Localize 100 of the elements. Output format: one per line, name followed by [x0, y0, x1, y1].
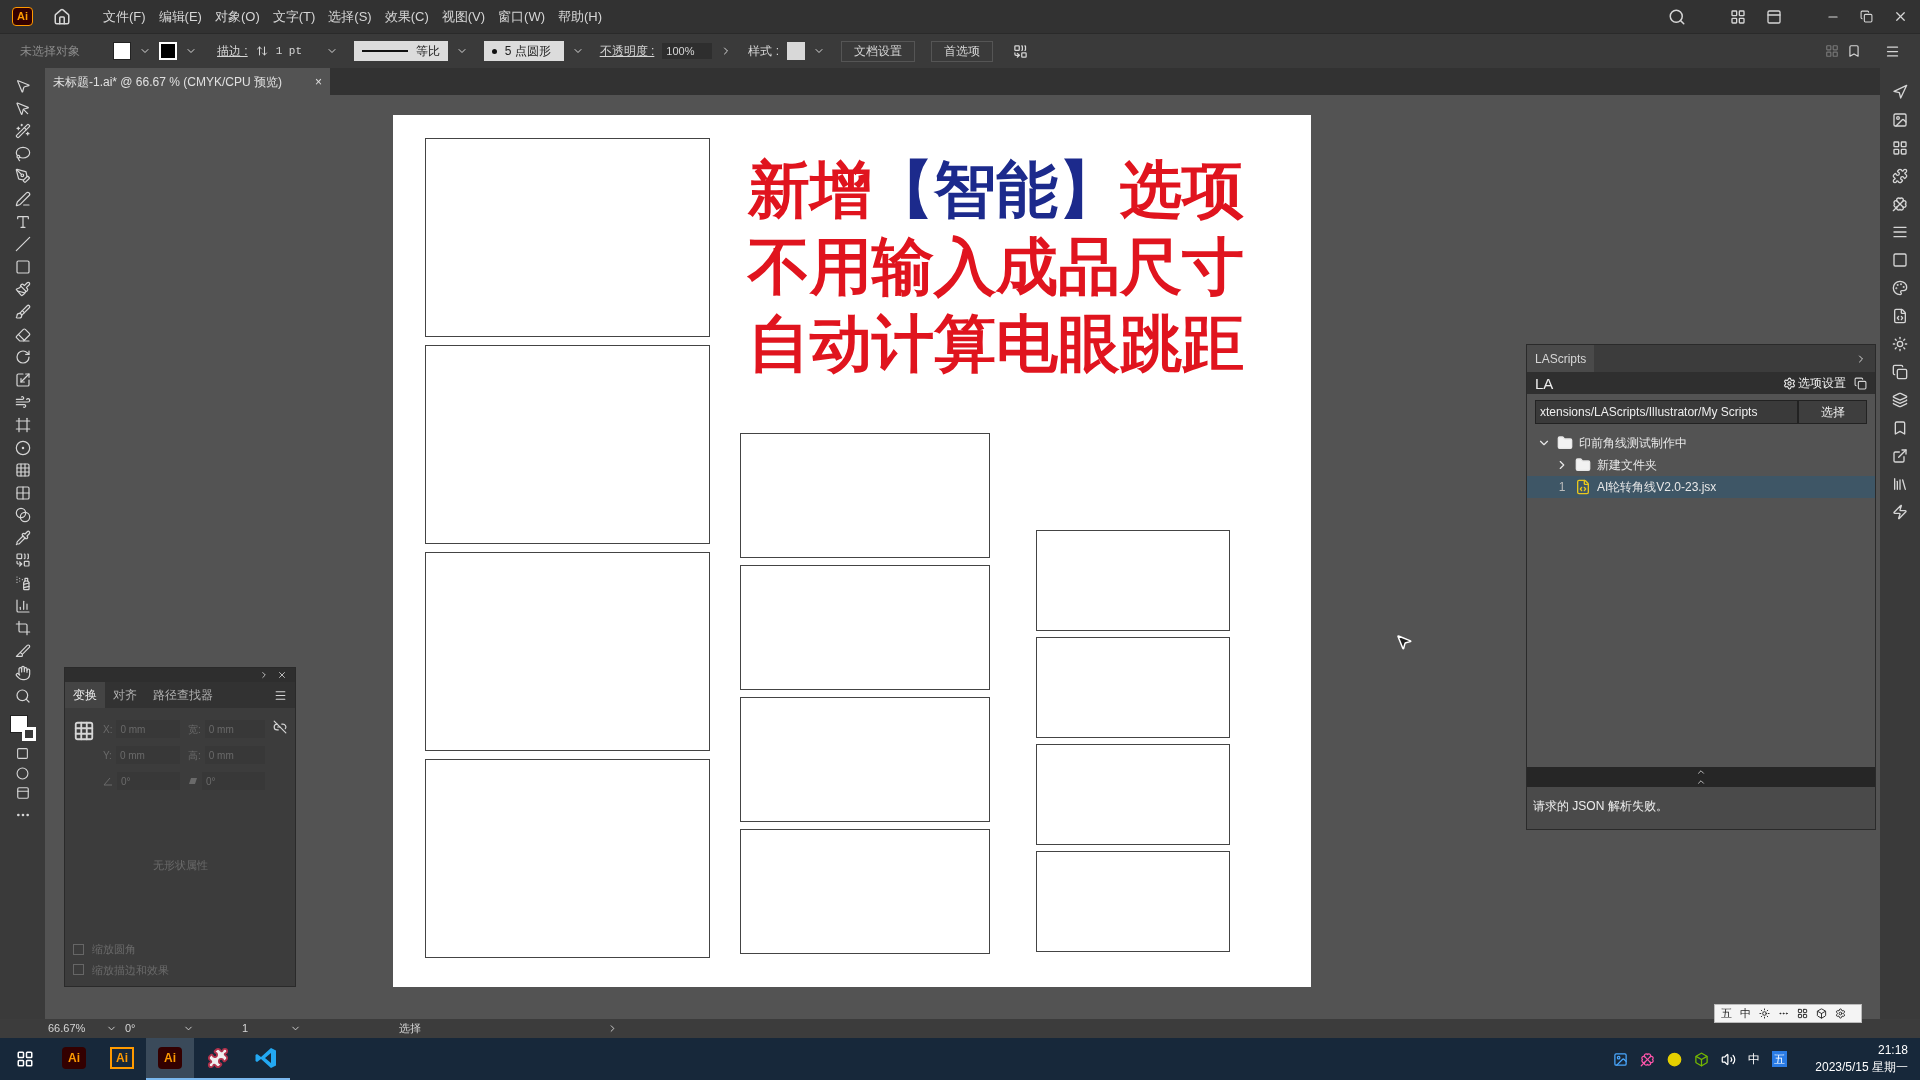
eraser-icon[interactable]: [14, 326, 31, 343]
ime-button[interactable]: 中: [1740, 1005, 1751, 1022]
palette-icon[interactable]: [1892, 280, 1908, 296]
paintbrush-icon[interactable]: [14, 281, 31, 298]
menu-item[interactable]: 效果(C): [384, 6, 429, 27]
menu-item[interactable]: 视图(V): [441, 6, 486, 27]
menu-item[interactable]: 文件(F): [103, 6, 146, 27]
blob-brush-icon[interactable]: [14, 303, 31, 320]
search-icon[interactable]: [1668, 7, 1686, 26]
free-transform-icon[interactable]: [14, 416, 31, 433]
stepper-icon[interactable]: [255, 45, 268, 57]
style-swatch[interactable]: [787, 42, 805, 60]
lasso-icon[interactable]: [14, 145, 31, 162]
gradient-icon[interactable]: [14, 507, 31, 524]
close-icon[interactable]: [1893, 9, 1908, 24]
choose-button[interactable]: 选择: [1798, 400, 1867, 424]
zoom-field[interactable]: 66.67%: [48, 1020, 98, 1037]
rotation-field[interactable]: 0°: [125, 1020, 175, 1037]
zoom-icon[interactable]: [14, 688, 31, 705]
menu-item[interactable]: 选择(S): [328, 6, 372, 27]
menu-icon[interactable]: [1885, 43, 1900, 59]
toolbar-button[interactable]: 文档设置: [841, 40, 915, 62]
image-icon[interactable]: [1892, 112, 1908, 128]
close-icon[interactable]: [277, 670, 287, 680]
opacity-field[interactable]: 100%: [662, 42, 713, 60]
tray-app-icon[interactable]: [1613, 1051, 1629, 1067]
tab-close-button[interactable]: ×: [315, 72, 322, 91]
selection-arrow-icon[interactable]: [14, 78, 31, 94]
stroke-profile-dropdown[interactable]: 等比: [353, 41, 448, 61]
clock-date[interactable]: 2023/5/15 星期一: [1815, 1059, 1908, 1076]
volume-icon[interactable]: [1721, 1051, 1737, 1067]
tree-item[interactable]: 新建文件夹: [1527, 454, 1875, 476]
script-icon[interactable]: [1892, 308, 1908, 324]
screen-mode-icon[interactable]: [15, 786, 30, 801]
panel-menu-icon[interactable]: [274, 688, 287, 702]
library-icon[interactable]: [1892, 476, 1908, 492]
ime-button[interactable]: 五: [1721, 1005, 1732, 1022]
club-icon[interactable]: [1892, 196, 1908, 212]
tree-item[interactable]: 1 AI轮转角线V2.0-23.jsx: [1527, 476, 1875, 498]
magic-wand-icon[interactable]: [14, 123, 31, 140]
slice-icon[interactable]: [14, 642, 31, 659]
square-icon[interactable]: [1892, 252, 1908, 268]
lightning-icon[interactable]: [1892, 504, 1908, 520]
workspace-icon[interactable]: [1730, 8, 1746, 25]
toolbar-button[interactable]: 首选项: [931, 40, 993, 62]
spray-can-icon[interactable]: [14, 575, 31, 592]
taskbar-app[interactable]: Ai: [146, 1038, 194, 1080]
settings-button[interactable]: 选项设置: [1783, 374, 1846, 392]
scale-icon[interactable]: [14, 371, 31, 388]
pencil-icon[interactable]: [14, 190, 31, 207]
flower-icon[interactable]: [1640, 1051, 1656, 1067]
bar-chart-icon[interactable]: [14, 597, 31, 614]
keyboard-icon[interactable]: [1797, 1008, 1808, 1019]
snap-icon[interactable]: [1847, 44, 1861, 58]
color-mode-icon[interactable]: [16, 747, 29, 761]
puzzle-icon[interactable]: [1892, 168, 1908, 184]
sun-icon[interactable]: [1892, 336, 1908, 352]
panel-tab[interactable]: LAScripts: [1527, 345, 1595, 372]
layers-icon[interactable]: [1892, 392, 1908, 408]
copy-icon[interactable]: [1892, 364, 1908, 380]
bookmark-icon[interactable]: [1892, 420, 1908, 436]
grid-icon[interactable]: [1892, 140, 1908, 156]
taskbar-app[interactable]: Ai: [50, 1038, 98, 1080]
draw-mode-icon[interactable]: [16, 766, 29, 780]
taskbar-app[interactable]: Ai: [98, 1038, 146, 1080]
menu-item[interactable]: 编辑(E): [158, 6, 202, 27]
menu-item[interactable]: 窗口(W): [498, 6, 545, 27]
collapse-icon[interactable]: [259, 670, 269, 680]
clock-time[interactable]: 21:18: [1877, 1042, 1908, 1059]
export-icon[interactable]: [1892, 448, 1908, 464]
stroke-swatch[interactable]: [159, 42, 177, 60]
eyedropper-icon[interactable]: [14, 529, 31, 546]
blend-icon[interactable]: [14, 552, 31, 569]
fill-swatch[interactable]: [113, 42, 131, 60]
warp-icon[interactable]: [14, 394, 31, 411]
ime-icon[interactable]: 五: [1772, 1050, 1788, 1068]
windows-start-icon[interactable]: [16, 1050, 34, 1068]
type-icon[interactable]: [14, 213, 31, 230]
mesh-icon[interactable]: [14, 484, 31, 501]
stroke-weight-field[interactable]: 1 pt: [275, 42, 318, 60]
maximize-icon[interactable]: [1860, 10, 1873, 23]
tree-item[interactable]: 印前角线测试制作中: [1527, 432, 1875, 454]
menu-item[interactable]: 对象(O): [214, 6, 260, 27]
brush-dropdown[interactable]: 5 点圆形: [483, 41, 564, 61]
fill-stroke-swatch[interactable]: [9, 714, 36, 741]
path-field[interactable]: xtensions/LAScripts/Illustrator/My Scripts: [1535, 400, 1798, 424]
arrange-icon[interactable]: [1766, 8, 1782, 25]
hand-icon[interactable]: [14, 665, 31, 682]
home-icon[interactable]: [53, 7, 71, 26]
navigator-icon[interactable]: [1892, 84, 1908, 100]
direct-selection-icon[interactable]: [14, 100, 31, 117]
pen-icon[interactable]: [14, 168, 31, 185]
document-tab[interactable]: 未标题-1.ai* @ 66.67 % (CMYK/CPU 预览) ×: [45, 68, 330, 95]
artboard-field[interactable]: 1: [242, 1020, 282, 1037]
perspective-grid-icon[interactable]: [14, 462, 31, 479]
line-icon[interactable]: [14, 236, 31, 253]
rectangle-icon[interactable]: [14, 258, 31, 275]
shape-builder-icon[interactable]: [14, 439, 31, 456]
rotate-icon[interactable]: [14, 349, 31, 366]
lines-icon[interactable]: [1892, 224, 1908, 240]
